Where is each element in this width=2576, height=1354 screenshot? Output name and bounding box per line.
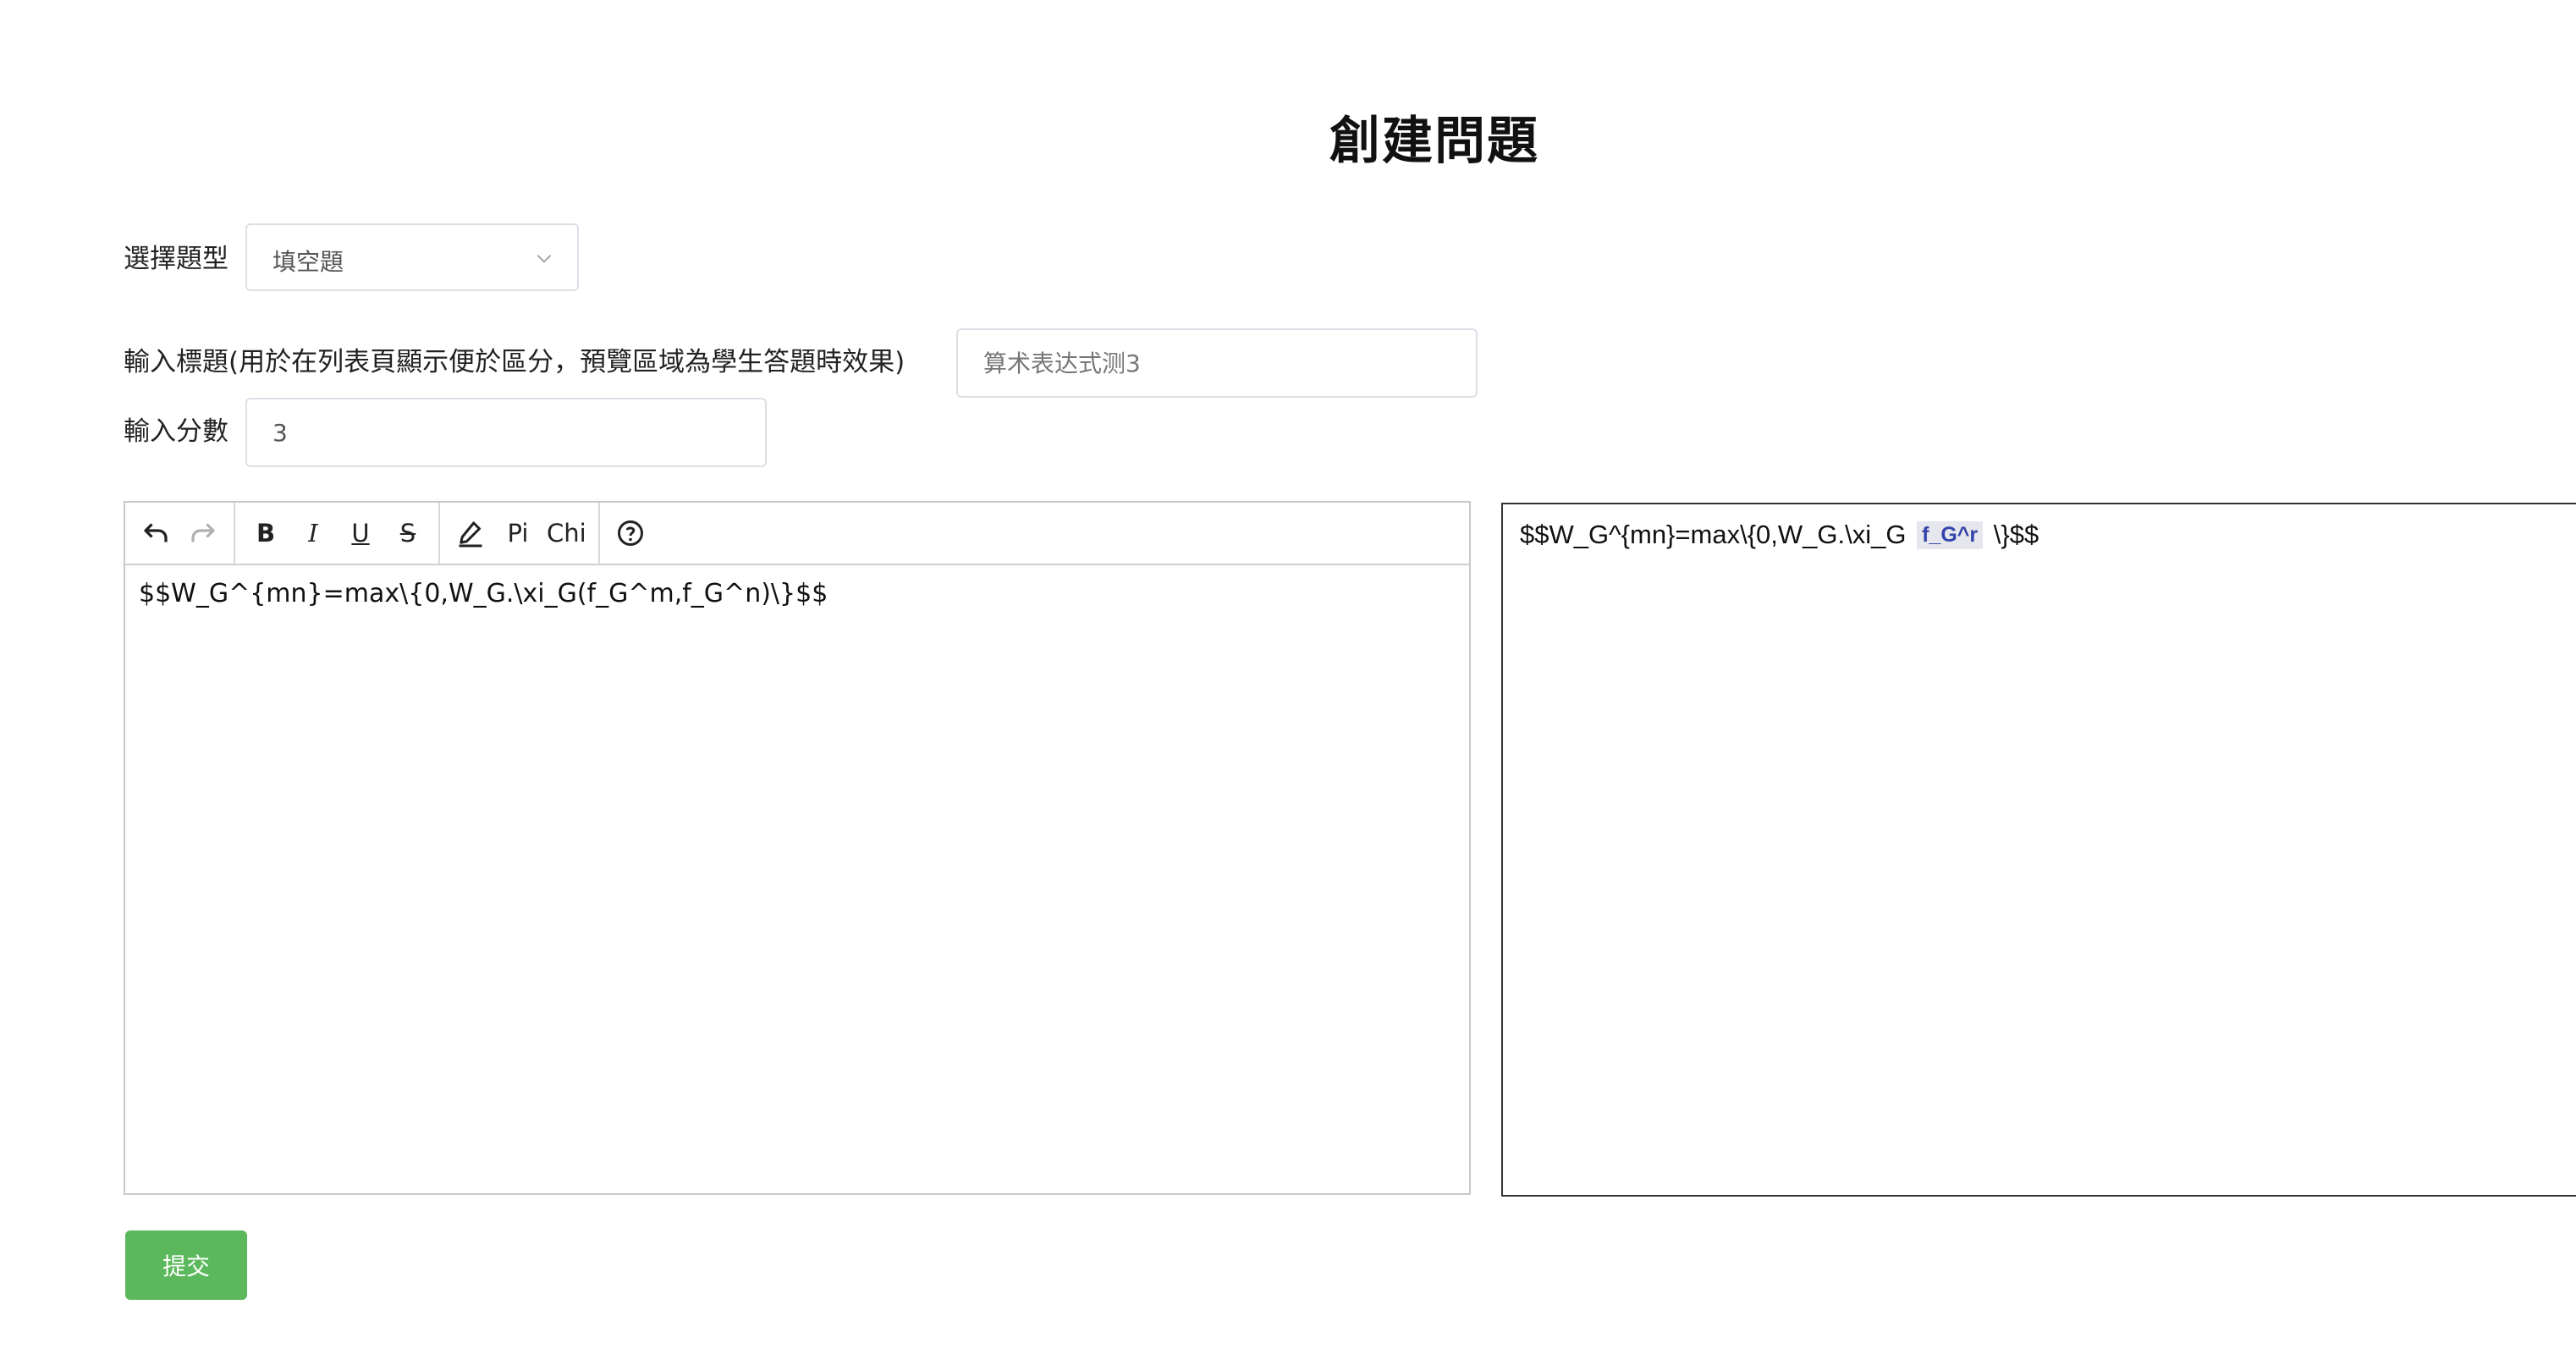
history-group (125, 503, 235, 564)
question-type-label: 選擇題型 (124, 244, 228, 274)
page-title: 創建問題 (1329, 112, 1539, 171)
pencil-icon (459, 521, 482, 548)
editor-content[interactable]: $$W_G^{mn}=max\{0,W_G.\xi_G(f_G^m,f_G^n)… (125, 565, 1469, 1193)
chevron-down-icon (537, 255, 552, 263)
underline-button[interactable]: U (337, 509, 384, 557)
score-label: 輸入分數 (124, 416, 228, 447)
help-group (600, 503, 661, 564)
redo-button[interactable] (179, 509, 227, 557)
question-type-select[interactable]: 填空題 (245, 223, 579, 291)
title-input[interactable] (956, 328, 1478, 398)
question-circle-icon (617, 520, 643, 546)
undo-icon (144, 523, 168, 542)
bold-button[interactable]: B (242, 509, 289, 557)
question-type-value: 填空題 (272, 248, 344, 276)
strikethrough-button[interactable]: S (384, 509, 432, 557)
preview-formula-end: \}$$ (1993, 520, 2039, 549)
title-label: 輸入標題(用於在列表頁顯示便於區分，預覽區域為學生答題時效果) (124, 347, 905, 377)
preview-formula-start: $$W_G^{mn}=max\{0,W_G.\xi_G (1520, 520, 1907, 549)
help-button[interactable] (607, 509, 654, 557)
highlight-button[interactable] (447, 509, 494, 557)
insert-group: Pi Chi (440, 503, 600, 564)
undo-button[interactable] (132, 509, 179, 557)
rich-text-editor: B I U S Pi Chi $$W_G^{mn}=max\{0,W_G.\xi… (124, 501, 1471, 1195)
editor-toolbar: B I U S Pi Chi (125, 503, 1469, 565)
pi-button[interactable]: Pi (494, 509, 542, 557)
format-group: B I U S (235, 503, 440, 564)
preview-area: $$W_G^{mn}=max\{0,W_G.\xi_G f_G^r \}$$ (1501, 503, 2576, 1197)
redo-icon (191, 523, 215, 542)
preview-blank-input[interactable]: f_G^r (1917, 521, 1984, 549)
chi-button[interactable]: Chi (542, 509, 592, 557)
score-input[interactable] (245, 398, 767, 467)
submit-button[interactable]: 提交 (125, 1230, 247, 1300)
italic-button[interactable]: I (289, 509, 337, 557)
